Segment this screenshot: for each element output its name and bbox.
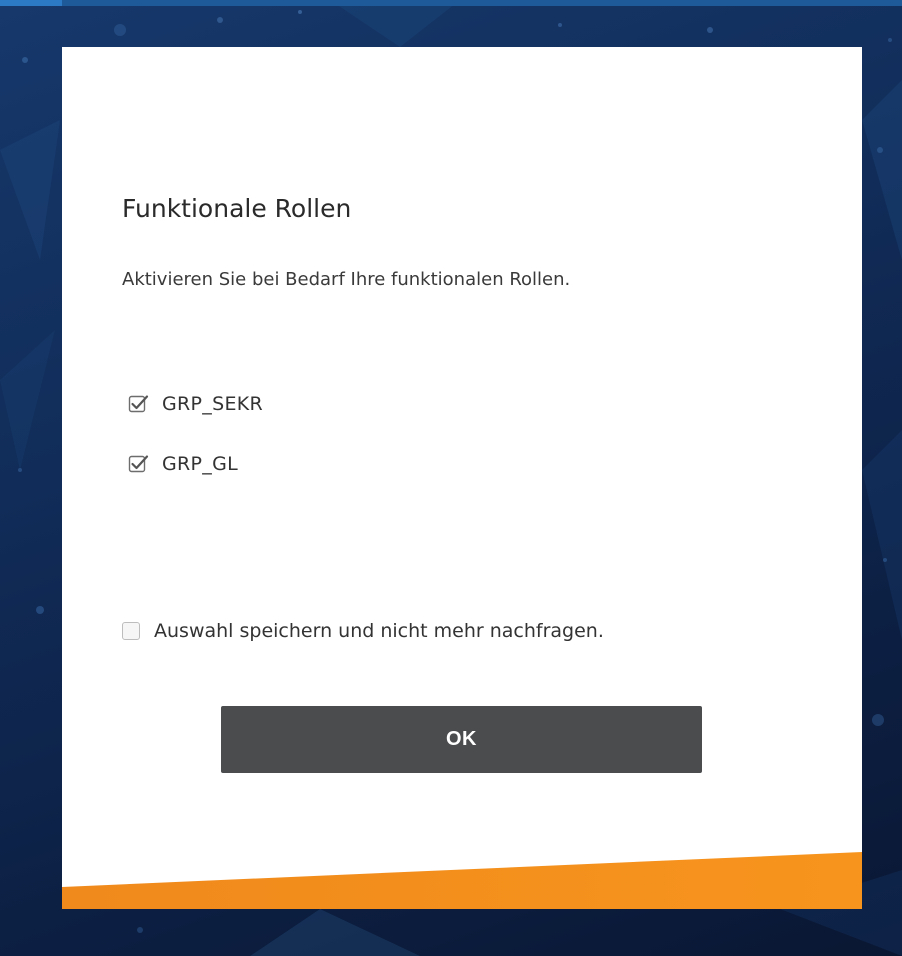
role-list: GRP_SEKR GRP_GL (128, 389, 263, 509)
dialog-description: Aktivieren Sie bei Bedarf Ihre funktiona… (122, 269, 571, 290)
dialog-title: Funktionale Rollen (122, 194, 352, 223)
checkbox-box[interactable] (122, 622, 140, 640)
remember-choice-checkbox[interactable]: Auswahl speichern und nicht mehr nachfra… (122, 620, 604, 642)
functional-roles-dialog: Funktionale Rollen Aktivieren Sie bei Be… (62, 47, 862, 909)
checkmark-icon (128, 395, 149, 413)
checkmark-icon (128, 455, 149, 473)
top-strip-accent (0, 0, 62, 6)
role-label: GRP_SEKR (162, 393, 264, 415)
remember-choice-label: Auswahl speichern und nicht mehr nachfra… (154, 620, 604, 642)
ok-button[interactable]: OK (221, 706, 702, 773)
role-item-grp-gl[interactable]: GRP_GL (128, 449, 263, 479)
role-item-grp-sekr[interactable]: GRP_SEKR (128, 389, 263, 419)
top-strip (0, 0, 902, 6)
role-label: GRP_GL (162, 453, 238, 475)
